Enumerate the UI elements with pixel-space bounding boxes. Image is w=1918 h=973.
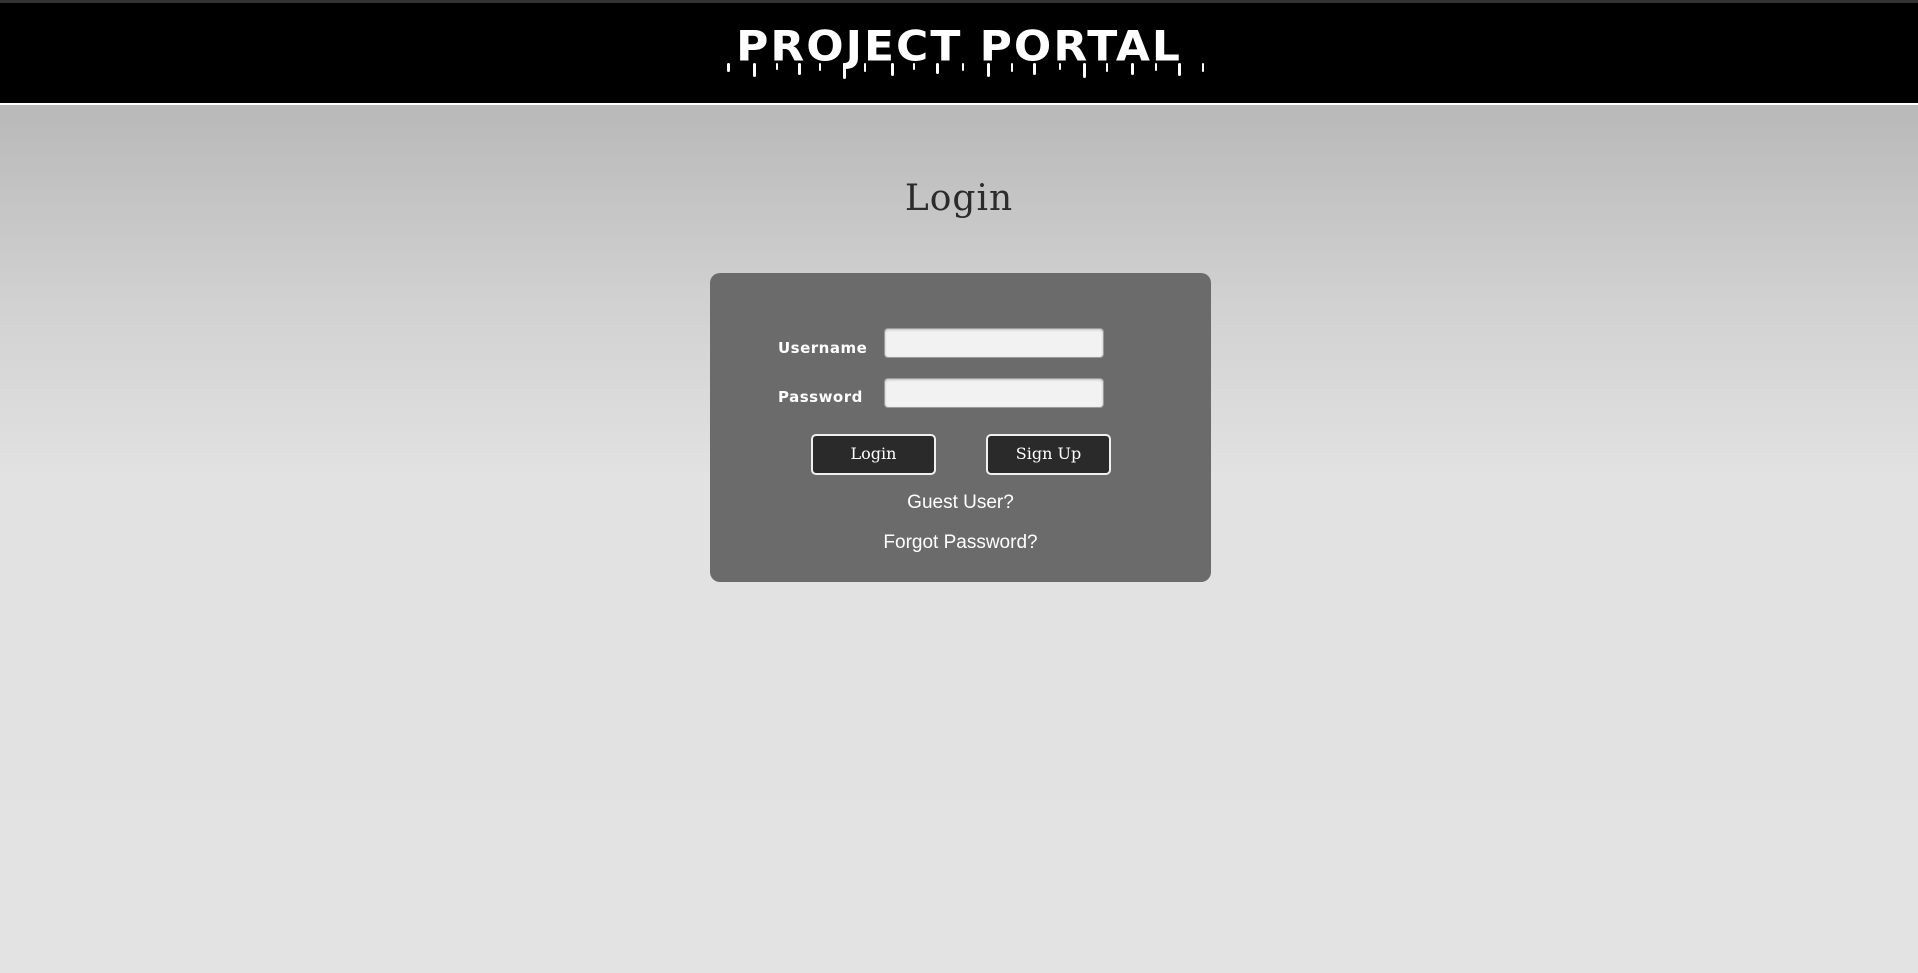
- username-input[interactable]: [884, 328, 1104, 358]
- guest-user-link[interactable]: Guest User?: [710, 492, 1211, 514]
- username-label: Username: [778, 339, 868, 357]
- signup-button[interactable]: Sign Up: [986, 434, 1111, 475]
- password-input[interactable]: [884, 378, 1104, 408]
- login-card: Username Password Login Sign Up Guest Us…: [710, 273, 1211, 582]
- drip-decoration: [727, 63, 1204, 79]
- header-divider: [0, 103, 1918, 105]
- page-title: Login: [904, 178, 1014, 219]
- login-button[interactable]: Login: [811, 434, 936, 475]
- forgot-password-link[interactable]: Forgot Password?: [710, 532, 1211, 554]
- password-label: Password: [778, 388, 863, 406]
- site-header: PROJECT PORTAL: [0, 0, 1918, 103]
